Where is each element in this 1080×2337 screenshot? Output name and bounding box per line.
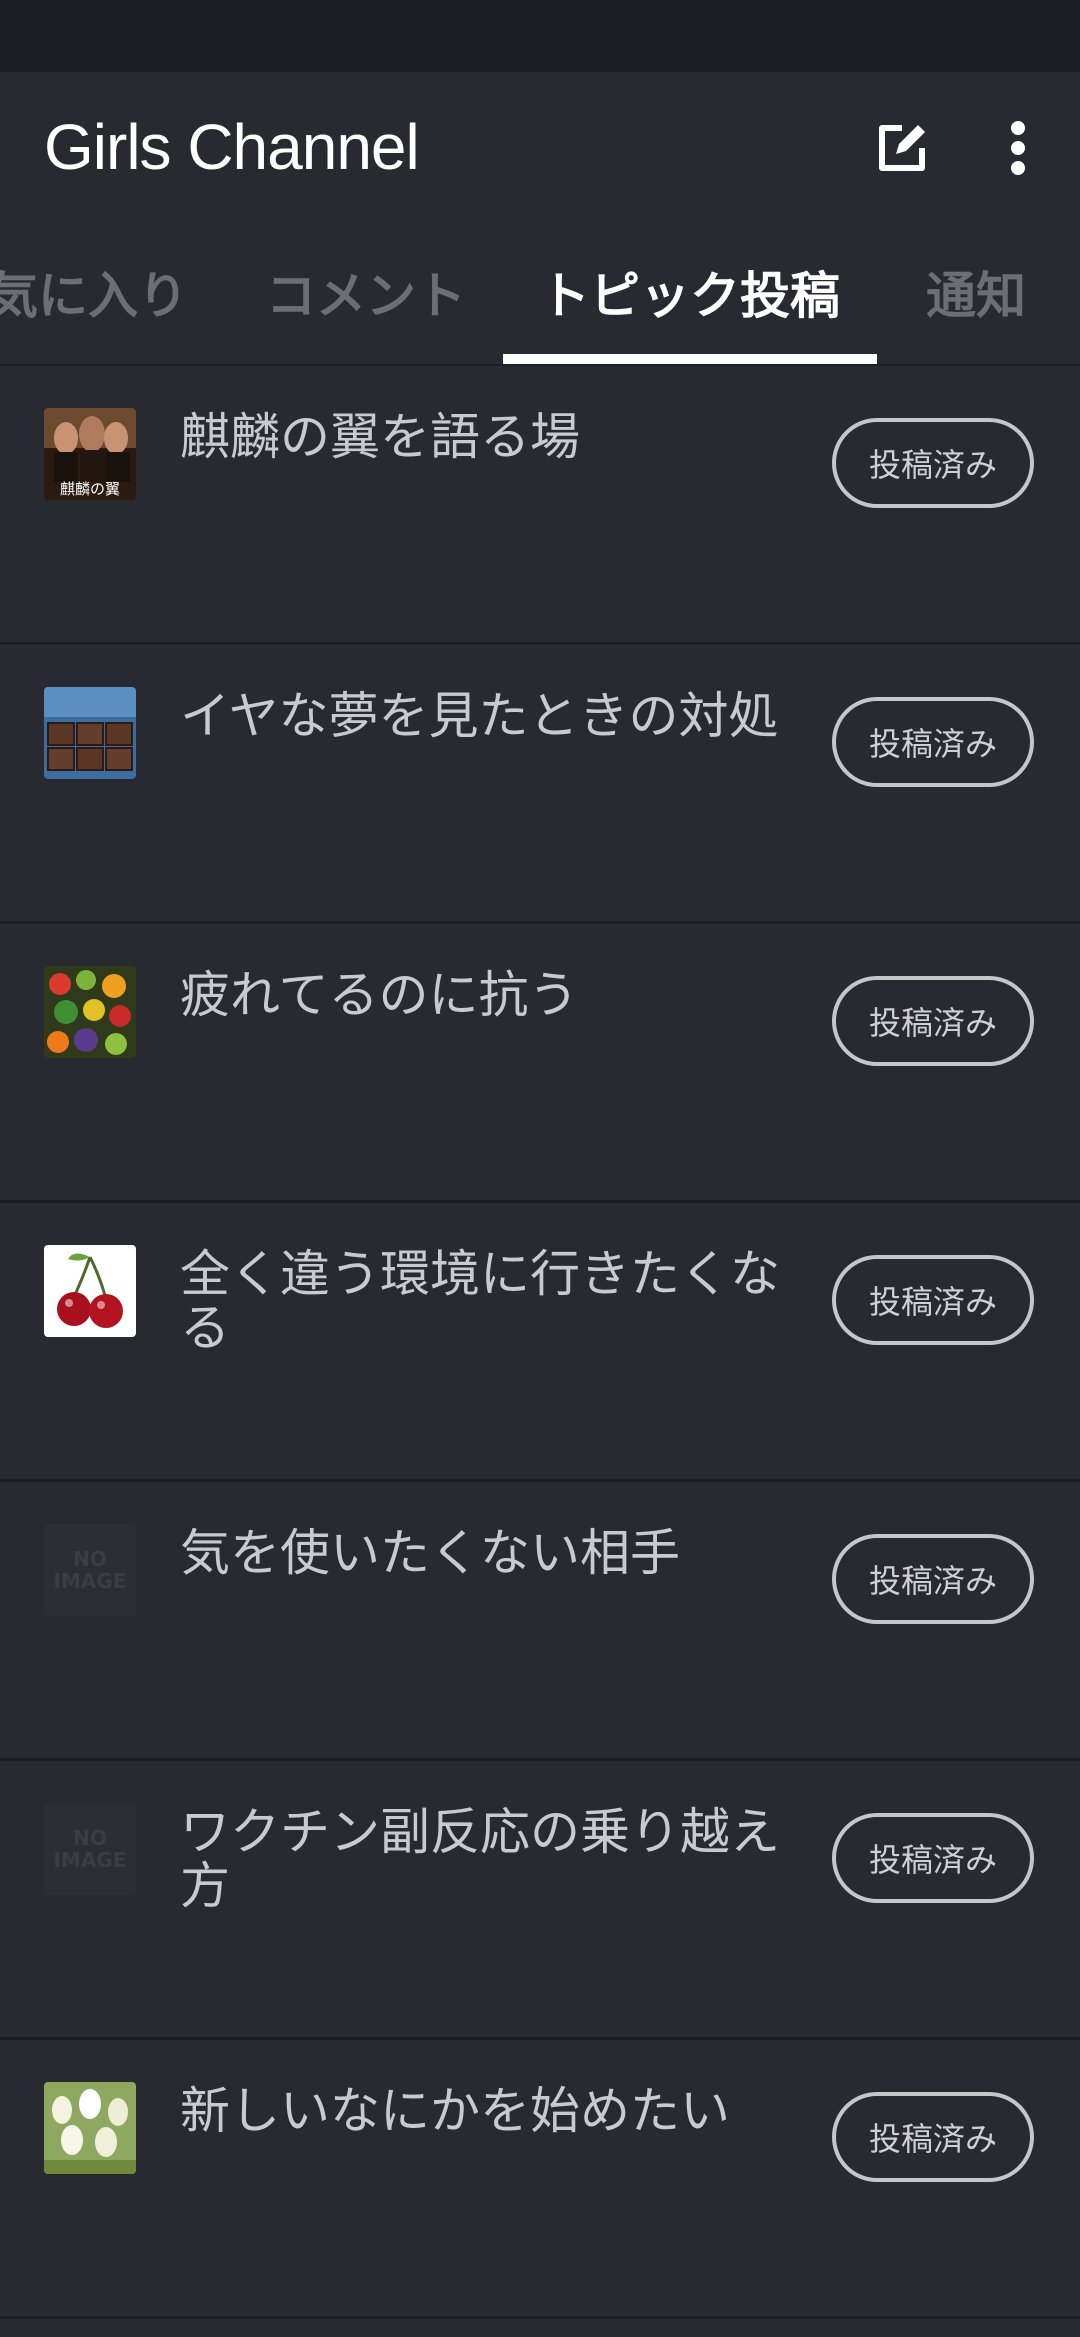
topic-list: 麒麟の翼 麒麟の翼を語る場 投稿済み イヤな夢を見たときの対処 投稿済み 疲れて… — [0, 366, 1080, 2319]
topic-thumbnail: NO IMAGE — [44, 1803, 136, 1895]
topic-title: 麒麟の翼を語る場 — [180, 408, 580, 466]
topic-row[interactable]: 全く違う環境に行きたくなる 投稿済み — [0, 1203, 1080, 1482]
more-vert-icon — [1011, 121, 1025, 175]
topic-row[interactable]: 疲れてるのに抗う 投稿済み — [0, 924, 1080, 1203]
posted-status-button[interactable]: 投稿済み — [832, 1534, 1034, 1624]
posted-status-button[interactable]: 投稿済み — [832, 1813, 1034, 1903]
compose-button[interactable] — [862, 108, 942, 188]
posted-status-button[interactable]: 投稿済み — [832, 418, 1034, 508]
topic-title: 全く違う環境に行きたくなる — [180, 1245, 780, 1357]
app-bar: Girls Channel — [0, 72, 1080, 224]
topic-title: イヤな夢を見たときの対処 — [180, 687, 779, 745]
tab-bar: 気に入り コメント トピック投稿 通知 — [0, 224, 1080, 366]
topic-row[interactable]: イヤな夢を見たときの対処 投稿済み — [0, 645, 1080, 924]
status-bar — [0, 0, 1080, 72]
topic-row[interactable]: NO IMAGE ワクチン副反応の乗り越え方 投稿済み — [0, 1761, 1080, 2040]
no-image-placeholder: NO IMAGE — [44, 1524, 136, 1616]
no-image-placeholder: NO IMAGE — [44, 1803, 136, 1895]
topic-title: 疲れてるのに抗う — [180, 966, 579, 1024]
posted-status-button[interactable]: 投稿済み — [832, 976, 1034, 1066]
topic-thumbnail — [44, 687, 136, 779]
active-tab-indicator — [503, 354, 877, 364]
posted-status-button[interactable]: 投稿済み — [832, 1255, 1034, 1345]
topic-title: ワクチン副反応の乗り越え方 — [180, 1803, 780, 1915]
svg-text:麒麟の翼: 麒麟の翼 — [60, 480, 120, 498]
topic-thumbnail — [44, 1245, 136, 1337]
topic-thumbnail — [44, 2082, 136, 2174]
topic-row[interactable]: 新しいなにかを始めたい 投稿済み — [0, 2040, 1080, 2319]
posted-status-button[interactable]: 投稿済み — [832, 2092, 1034, 2182]
topic-row[interactable]: 麒麟の翼 麒麟の翼を語る場 投稿済み — [0, 366, 1080, 645]
topic-title: 気を使いたくない相手 — [180, 1524, 680, 1582]
tab-topic-posts[interactable]: トピック投稿 — [540, 266, 840, 326]
posted-status-button[interactable]: 投稿済み — [832, 697, 1034, 787]
tab-comments[interactable]: コメント — [266, 266, 466, 326]
compose-icon — [879, 125, 925, 171]
topic-title: 新しいなにかを始めたい — [180, 2082, 730, 2140]
tab-notifications[interactable]: 通知 — [926, 266, 1026, 326]
tab-favorites[interactable]: 気に入り — [0, 266, 188, 326]
topic-thumbnail — [44, 966, 136, 1058]
topic-row[interactable]: NO IMAGE 気を使いたくない相手 投稿済み — [0, 1482, 1080, 1761]
topic-thumbnail: 麒麟の翼 — [44, 408, 136, 500]
app-title: Girls Channel — [44, 111, 420, 183]
topic-thumbnail: NO IMAGE — [44, 1524, 136, 1616]
more-options-button[interactable] — [978, 108, 1058, 188]
